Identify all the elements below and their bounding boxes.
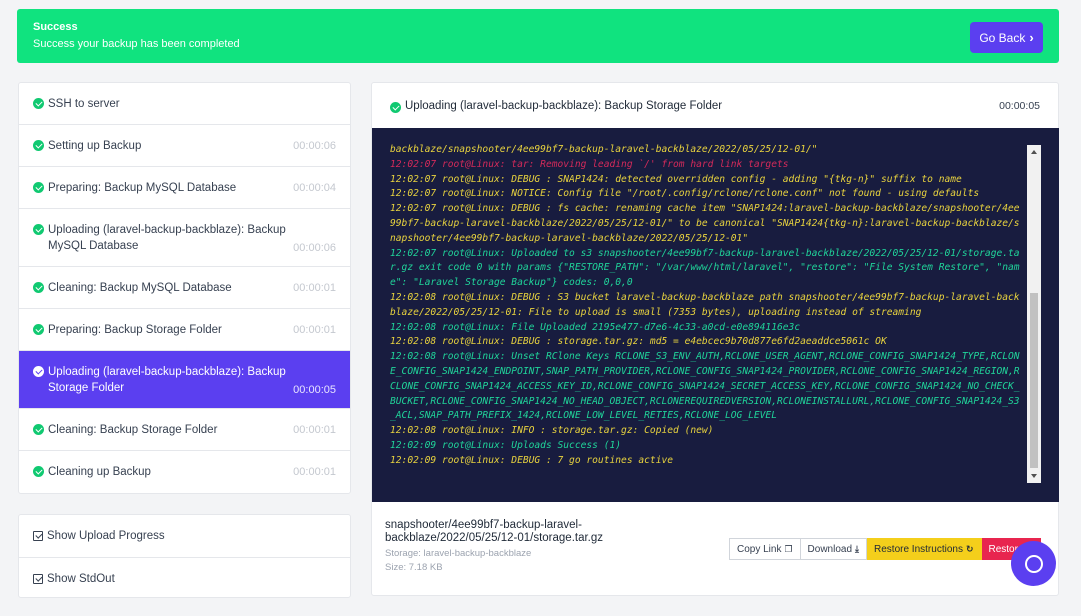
stdout-terminal[interactable]: backblaze/snapshooter/4ee99bf7-backup-la…: [372, 128, 1059, 502]
check-circle-icon: [33, 181, 44, 193]
check-circle-icon: [33, 423, 44, 435]
success-banner: Success Success your backup has been com…: [17, 9, 1059, 63]
log-output: backblaze/snapshooter/4ee99bf7-backup-la…: [390, 143, 1023, 469]
check-circle-icon: [33, 365, 44, 377]
terminal-scrollbar[interactable]: [1027, 145, 1041, 483]
backup-file-name: snapshooter/4ee99bf7-backup-laravel-back…: [385, 519, 604, 544]
step-label: Preparing: Backup Storage Folder: [48, 323, 222, 336]
log-line: 12:02:07 root@Linux: Uploaded to s3 snap…: [390, 247, 1020, 289]
log-line: 12:02:07 root@Linux: NOTICE: Config file…: [390, 188, 980, 200]
copy-link-button[interactable]: Copy Link ❐: [729, 538, 801, 560]
scroll-down-icon[interactable]: [1031, 474, 1037, 478]
step-item[interactable]: Cleaning: Backup Storage Folder 00:00:01: [19, 409, 350, 451]
show-upload-progress-label: Show Upload Progress: [47, 530, 165, 542]
log-line: 12:02:09 root@Linux: DEBUG : 7 go routin…: [390, 454, 674, 466]
file-actions: Copy Link ❐ Download ⤓ Restore Instructi…: [729, 538, 1041, 560]
step-label: Cleaning up Backup: [48, 466, 151, 478]
check-circle-icon: [33, 139, 44, 151]
copy-icon: ❐: [784, 543, 793, 554]
detail-duration: 00:00:05: [999, 100, 1040, 112]
scrollbar-thumb[interactable]: [1030, 293, 1038, 468]
log-line: 12:02:07 root@Linux: DEBUG : SNAP1424: d…: [390, 173, 962, 185]
file-size: Size: 7.18 KB: [385, 562, 443, 573]
copy-link-label: Copy Link: [737, 543, 782, 555]
log-line: backblaze/snapshooter/4ee99bf7-backup-la…: [390, 144, 818, 155]
step-label: SSH to server: [48, 97, 120, 110]
check-circle-icon: [33, 281, 44, 293]
show-stdout-toggle[interactable]: Show StdOut: [19, 557, 350, 599]
step-item[interactable]: Cleaning: Backup MySQL Database 00:00:01: [19, 267, 350, 309]
detail-header: Uploading (laravel-backup-backblaze): Ba…: [390, 98, 1040, 114]
display-options: Show Upload Progress Show StdOut: [18, 514, 351, 598]
log-line: 12:02:07 root@Linux: DEBUG : fs cache: r…: [390, 203, 1020, 244]
show-stdout-label: Show StdOut: [47, 572, 115, 585]
show-upload-progress-toggle[interactable]: Show Upload Progress: [19, 515, 350, 557]
step-time: 00:00:01: [293, 323, 336, 336]
step-time: 00:00:01: [293, 281, 336, 294]
step-item[interactable]: Preparing: Backup MySQL Database 00:00:0…: [19, 167, 350, 209]
log-line: 12:02:08 root@Linux: DEBUG : S3 bucket l…: [390, 291, 1020, 318]
step-label: Uploading (laravel-backup-backblaze): Ba…: [48, 365, 286, 394]
step-item[interactable]: Preparing: Backup Storage Folder 00:00:0…: [19, 309, 350, 351]
step-time: 00:00:06: [293, 139, 336, 152]
step-item[interactable]: Cleaning up Backup 00:00:01: [19, 451, 350, 493]
download-icon: ⤓: [855, 543, 860, 554]
step-label: Cleaning: Backup MySQL Database: [48, 281, 232, 294]
step-item[interactable]: SSH to server: [19, 83, 350, 125]
check-circle-icon: [33, 223, 44, 235]
help-chat-button[interactable]: [1011, 541, 1056, 586]
checkbox-checked-icon[interactable]: [33, 531, 43, 541]
restore-instructions-label: Restore Instructions: [874, 543, 963, 555]
log-line: 12:02:09 root@Linux: Uploads Success (1): [390, 439, 622, 451]
step-item[interactable]: Uploading (laravel-backup-backblaze): Ba…: [19, 209, 350, 267]
step-time: 00:00:06: [293, 242, 336, 254]
step-item[interactable]: Setting up Backup 00:00:06: [19, 125, 350, 167]
detail-title: Uploading (laravel-backup-backblaze): Ba…: [405, 100, 723, 112]
step-label: Cleaning: Backup Storage Folder: [48, 423, 218, 436]
log-line: 12:02:08 root@Linux: File Uploaded 2195e…: [390, 321, 801, 333]
chevron-right-icon: ›: [1029, 30, 1034, 45]
check-circle-icon: [33, 323, 44, 335]
scroll-up-icon[interactable]: [1031, 150, 1037, 154]
step-time: 00:00:01: [293, 423, 336, 436]
step-item-active[interactable]: Uploading (laravel-backup-backblaze): Ba…: [19, 351, 350, 409]
go-back-button[interactable]: Go Back ›: [970, 22, 1043, 53]
go-back-label: Go Back: [979, 30, 1026, 45]
refresh-icon: ↻: [965, 543, 974, 554]
log-line: 12:02:08 root@Linux: INFO : storage.tar.…: [390, 425, 714, 437]
file-storage: Storage: laravel-backup-backblaze: [385, 548, 532, 559]
checkbox-checked-icon[interactable]: [33, 573, 43, 584]
step-detail-panel: Uploading (laravel-backup-backblaze): Ba…: [371, 82, 1059, 596]
step-time: 00:00:01: [293, 466, 336, 478]
backup-steps-list: SSH to server Setting up Backup 00:00:06…: [18, 82, 351, 494]
step-label: Uploading (laravel-backup-backblaze): Ba…: [48, 223, 286, 252]
step-time: 00:00:05: [293, 384, 336, 396]
step-time: 00:00:04: [293, 181, 336, 194]
log-line: 12:02:07 root@Linux: tar: Removing leadi…: [390, 158, 789, 170]
download-button[interactable]: Download ⤓: [800, 538, 868, 560]
log-line: 12:02:08 root@Linux: DEBUG : storage.tar…: [390, 336, 887, 348]
restore-instructions-button[interactable]: Restore Instructions ↻: [867, 538, 982, 560]
banner-title: Success: [33, 21, 78, 33]
log-line: 12:02:08 root@Linux: Unset RClone Keys R…: [390, 351, 1020, 422]
step-label: Preparing: Backup MySQL Database: [48, 181, 237, 194]
lifebuoy-icon: [1024, 554, 1043, 573]
download-label: Download: [807, 543, 853, 555]
check-circle-icon: [390, 101, 401, 113]
check-circle-icon: [33, 466, 44, 477]
check-circle-icon: [33, 97, 44, 109]
step-label: Setting up Backup: [48, 139, 142, 152]
banner-message: Success your backup has been completed: [33, 38, 240, 50]
